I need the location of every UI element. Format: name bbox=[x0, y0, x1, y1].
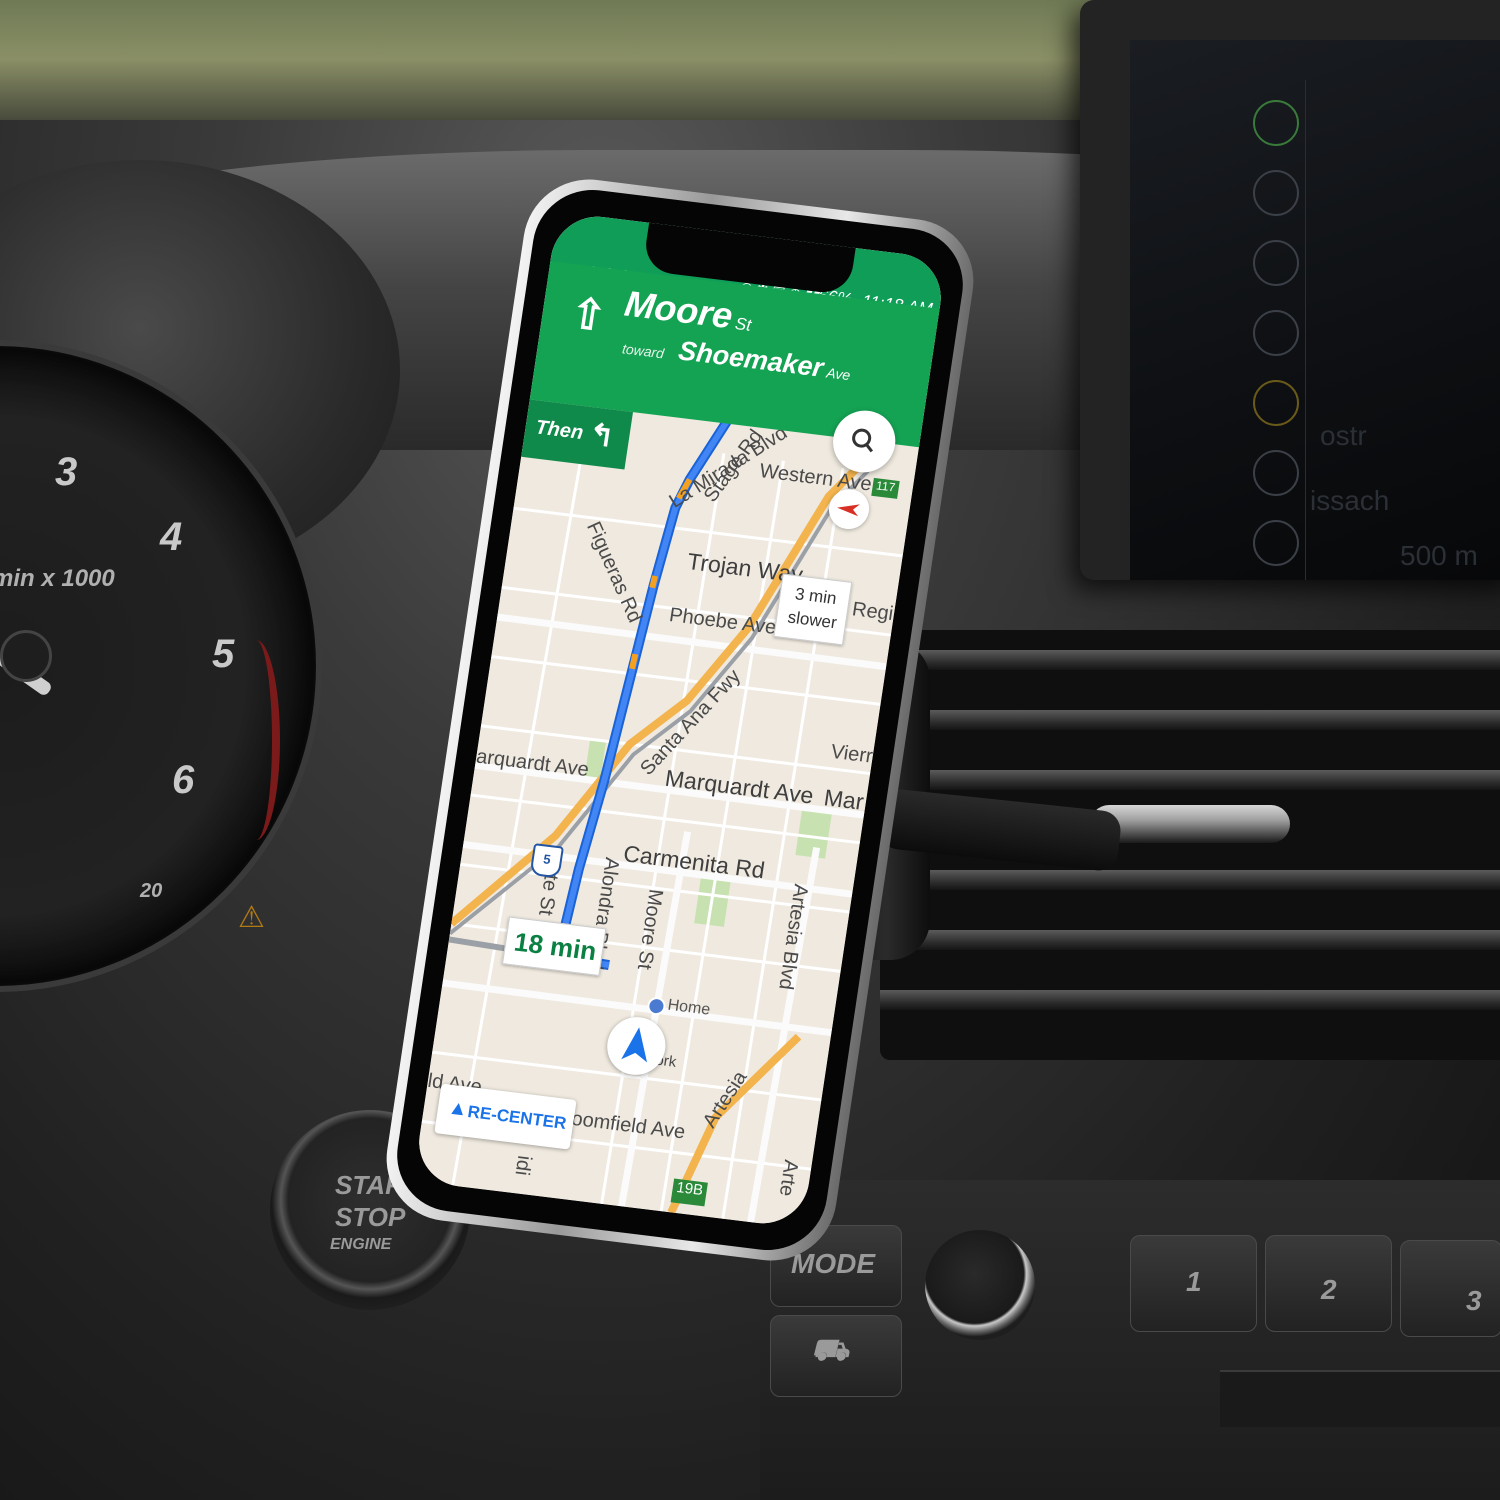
vent-slat bbox=[880, 930, 1500, 950]
street-name: Moore bbox=[622, 282, 736, 337]
vent-adjuster[interactable] bbox=[1090, 805, 1290, 843]
preset-3-label: 3 bbox=[1466, 1285, 1482, 1316]
toward-street-name: Shoemaker bbox=[676, 335, 826, 383]
recenter-label: RE-CENTER bbox=[466, 1102, 568, 1133]
vent-slat bbox=[880, 710, 1500, 730]
tach-tick-3: 3 bbox=[55, 450, 78, 494]
map-label-mar: Mar bbox=[822, 784, 866, 815]
preset-button-1[interactable]: 1 bbox=[1130, 1235, 1257, 1332]
eta-text: 18 min bbox=[512, 926, 599, 967]
car-screen-text-1: 500 m bbox=[1400, 540, 1478, 571]
car-screen-text-2: ostr bbox=[1320, 420, 1367, 451]
preset-button-2[interactable]: 2 bbox=[1265, 1235, 1392, 1332]
map-label-idi: idi bbox=[510, 1154, 536, 1177]
then-instruction[interactable]: Then ↰ bbox=[521, 399, 633, 470]
phone-icon[interactable] bbox=[1253, 240, 1299, 286]
preset-button-3[interactable]: 3 bbox=[1400, 1240, 1500, 1337]
tachometer-red-zone bbox=[232, 640, 280, 840]
street-suffix: St bbox=[733, 314, 753, 335]
tach-unit-label: min x 1000 bbox=[0, 565, 115, 592]
compass-icon bbox=[837, 504, 860, 517]
car-interior-scene: 3 4 5 6 min x 1000 20 ⚠ ostr issach 500 … bbox=[0, 0, 1500, 1500]
notes-icon[interactable] bbox=[1253, 520, 1299, 566]
alt-route-callout[interactable]: 3 min slower bbox=[773, 573, 853, 646]
preset-2-label: 2 bbox=[1321, 1274, 1337, 1305]
compass-button[interactable] bbox=[826, 486, 872, 532]
vent-slat bbox=[880, 990, 1500, 1010]
car-icon[interactable] bbox=[1253, 380, 1299, 426]
search-icon bbox=[852, 428, 874, 453]
engine-label: ENGINE bbox=[330, 1236, 392, 1253]
alt-route-status: slower bbox=[786, 607, 839, 633]
stop-label: STOP bbox=[335, 1202, 406, 1232]
tach-tick-5: 5 bbox=[212, 632, 235, 676]
alt-route-time: 3 min bbox=[793, 584, 838, 609]
cd-slot bbox=[1220, 1370, 1500, 1427]
volume-knob[interactable] bbox=[925, 1230, 1035, 1340]
preset-1-label: 1 bbox=[1186, 1266, 1202, 1297]
exit-19b-sign: 19B bbox=[670, 1178, 708, 1207]
traffic-info-button[interactable]: ⛟ bbox=[770, 1315, 902, 1397]
vent-slat bbox=[880, 650, 1500, 670]
traffic-radio-icon: ⛟ bbox=[811, 1334, 849, 1367]
navigation-arrow-icon bbox=[621, 1027, 648, 1063]
car-screen-text-3: issach bbox=[1310, 485, 1390, 516]
media-icon[interactable] bbox=[1253, 170, 1299, 216]
tach-tick-4: 4 bbox=[160, 515, 183, 559]
route-117-sign: 117 bbox=[871, 477, 900, 499]
current-location-puck bbox=[603, 1013, 670, 1079]
tach-small-tick: 20 bbox=[140, 880, 163, 902]
then-label: Then bbox=[534, 416, 585, 445]
vent-slat bbox=[880, 770, 1500, 790]
navigation-icon[interactable] bbox=[1253, 100, 1299, 146]
toward-street-suffix: Ave bbox=[825, 364, 852, 384]
turn-left-arrow-icon: ↰ bbox=[586, 418, 617, 454]
warning-icon: ⚠ bbox=[238, 901, 265, 934]
straight-arrow-icon: ⇧ bbox=[567, 289, 610, 340]
infotainment-menu bbox=[1245, 80, 1306, 580]
mode-button-label: MODE bbox=[791, 1248, 875, 1279]
toward-street: ShoemakerAve bbox=[676, 335, 853, 387]
map-label-vierr: Vierr bbox=[829, 740, 875, 768]
current-instruction-street: MooreSt bbox=[622, 283, 755, 340]
search-button[interactable] bbox=[828, 407, 900, 476]
toward-label: toward bbox=[621, 340, 666, 362]
info-icon[interactable] bbox=[1253, 450, 1299, 496]
settings-icon[interactable] bbox=[1253, 310, 1299, 356]
tach-tick-6: 6 bbox=[172, 758, 195, 802]
vent-slat bbox=[880, 870, 1500, 890]
needle-hub bbox=[0, 630, 52, 682]
